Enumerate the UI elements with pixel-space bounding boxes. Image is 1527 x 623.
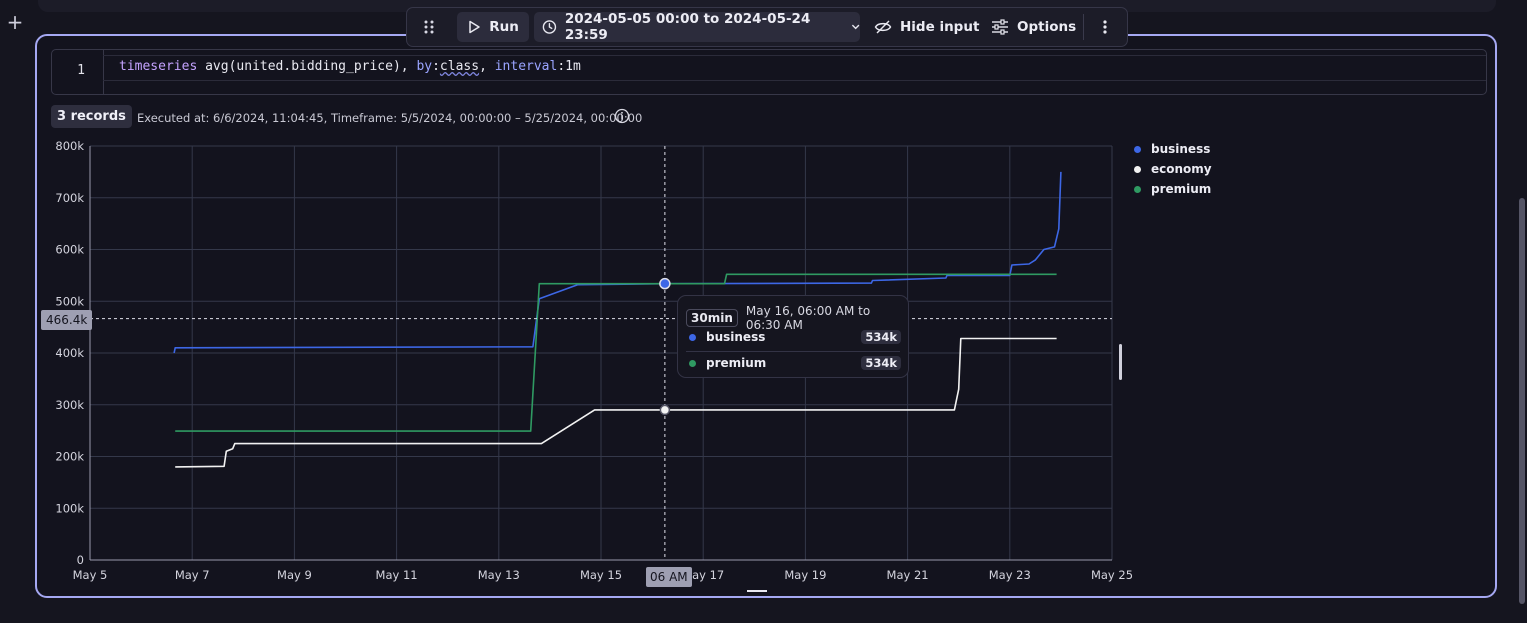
crosshair-x-value: 06 AM [646, 567, 692, 587]
y-tick-label: 400k [55, 346, 84, 360]
legend-item-economy[interactable]: economy [1134, 159, 1212, 179]
x-tick-label: May 9 [277, 568, 312, 582]
legend-swatch-business [1134, 145, 1141, 153]
y-tick-label: 500k [55, 294, 84, 308]
x-tick-label: May 23 [989, 568, 1031, 582]
chevron-down-icon [851, 24, 860, 30]
y-tick-label: 200k [55, 450, 84, 464]
add-cell-plus-icon[interactable]: + [6, 12, 24, 34]
hover-point-business [659, 277, 671, 290]
legend-swatch-premium [1134, 185, 1141, 193]
run-button-label: Run [489, 19, 519, 35]
x-tick-label: May 11 [376, 568, 418, 582]
crosshair-y-value: 466.4k [41, 310, 93, 330]
tooltip-series-value: 534k [861, 356, 901, 370]
cell-resize-handle[interactable] [747, 590, 767, 592]
notebook-cell: 1 timeseries avg(united.bidding_price), … [35, 34, 1497, 598]
tooltip-row-business: business 534k [689, 326, 901, 348]
options-button[interactable]: Options [991, 12, 1076, 42]
series-line-economy [175, 337, 1057, 468]
hide-input-button[interactable]: Hide input [874, 12, 979, 42]
drag-grip-icon[interactable] [417, 12, 441, 42]
y-tick-label: 100k [55, 501, 84, 515]
legend-label-premium: premium [1151, 182, 1212, 196]
sliders-icon [992, 19, 1008, 35]
chart-tooltip: 30min May 16, 06:00 AM to 06:30 AM busin… [677, 295, 909, 378]
legend-swatch-economy [1134, 165, 1141, 173]
run-button[interactable]: Run [457, 12, 529, 42]
tooltip-interval-chip: 30min [686, 309, 738, 327]
eye-off-icon [874, 20, 892, 34]
y-tick-label: 800k [55, 139, 84, 153]
hide-input-label: Hide input [900, 19, 980, 35]
toolbar-divider [1083, 14, 1084, 40]
chart-resize-handle[interactable] [1119, 344, 1122, 380]
play-icon [469, 20, 480, 34]
x-tick-label: May 21 [887, 568, 929, 582]
x-tick-label: May 5 [73, 568, 108, 582]
x-tick-label: May 15 [580, 568, 622, 582]
hover-point-economy [659, 404, 671, 416]
tooltip-row-premium: premium 534k [689, 352, 901, 374]
tooltip-series-name: business [706, 330, 766, 344]
legend-item-business[interactable]: business [1134, 139, 1212, 159]
legend-label-economy: economy [1151, 162, 1212, 176]
chart-legend: business economy premium [1134, 139, 1212, 199]
tooltip-swatch-business [689, 333, 696, 341]
more-options-icon[interactable] [1095, 12, 1115, 42]
legend-label-business: business [1151, 142, 1211, 156]
timeseries-chart[interactable]: 0 100k 200k 300k 400k 500k 600k 700k 800k May 5 Ma… [37, 36, 1137, 596]
y-tick-label: 600k [55, 243, 84, 257]
x-tick-label: May 19 [784, 568, 826, 582]
cell-toolbar: Run 2024-05-05 00:00 to 2024-05-24 23:59… [406, 7, 1128, 47]
timeframe-selector[interactable]: 2024-05-05 00:00 to 2024-05-24 23:59 [534, 11, 860, 43]
x-tick-label: May 25 [1091, 568, 1133, 582]
timeframe-label: 2024-05-05 00:00 to 2024-05-24 23:59 [564, 11, 811, 43]
y-tick-label: 0 [77, 553, 84, 567]
tooltip-series-value: 534k [861, 330, 901, 344]
options-label: Options [1017, 19, 1077, 35]
series-line-business [173, 171, 1062, 354]
x-tick-label: May 7 [175, 568, 210, 582]
tooltip-series-name: premium [706, 356, 767, 370]
x-tick-label: May 13 [478, 568, 520, 582]
y-tick-label: 300k [55, 398, 84, 412]
legend-item-premium[interactable]: premium [1134, 179, 1212, 199]
page-scrollbar[interactable] [1519, 198, 1525, 604]
clock-icon [542, 20, 557, 34]
tooltip-swatch-premium [689, 359, 696, 367]
y-tick-label: 700k [55, 191, 84, 205]
